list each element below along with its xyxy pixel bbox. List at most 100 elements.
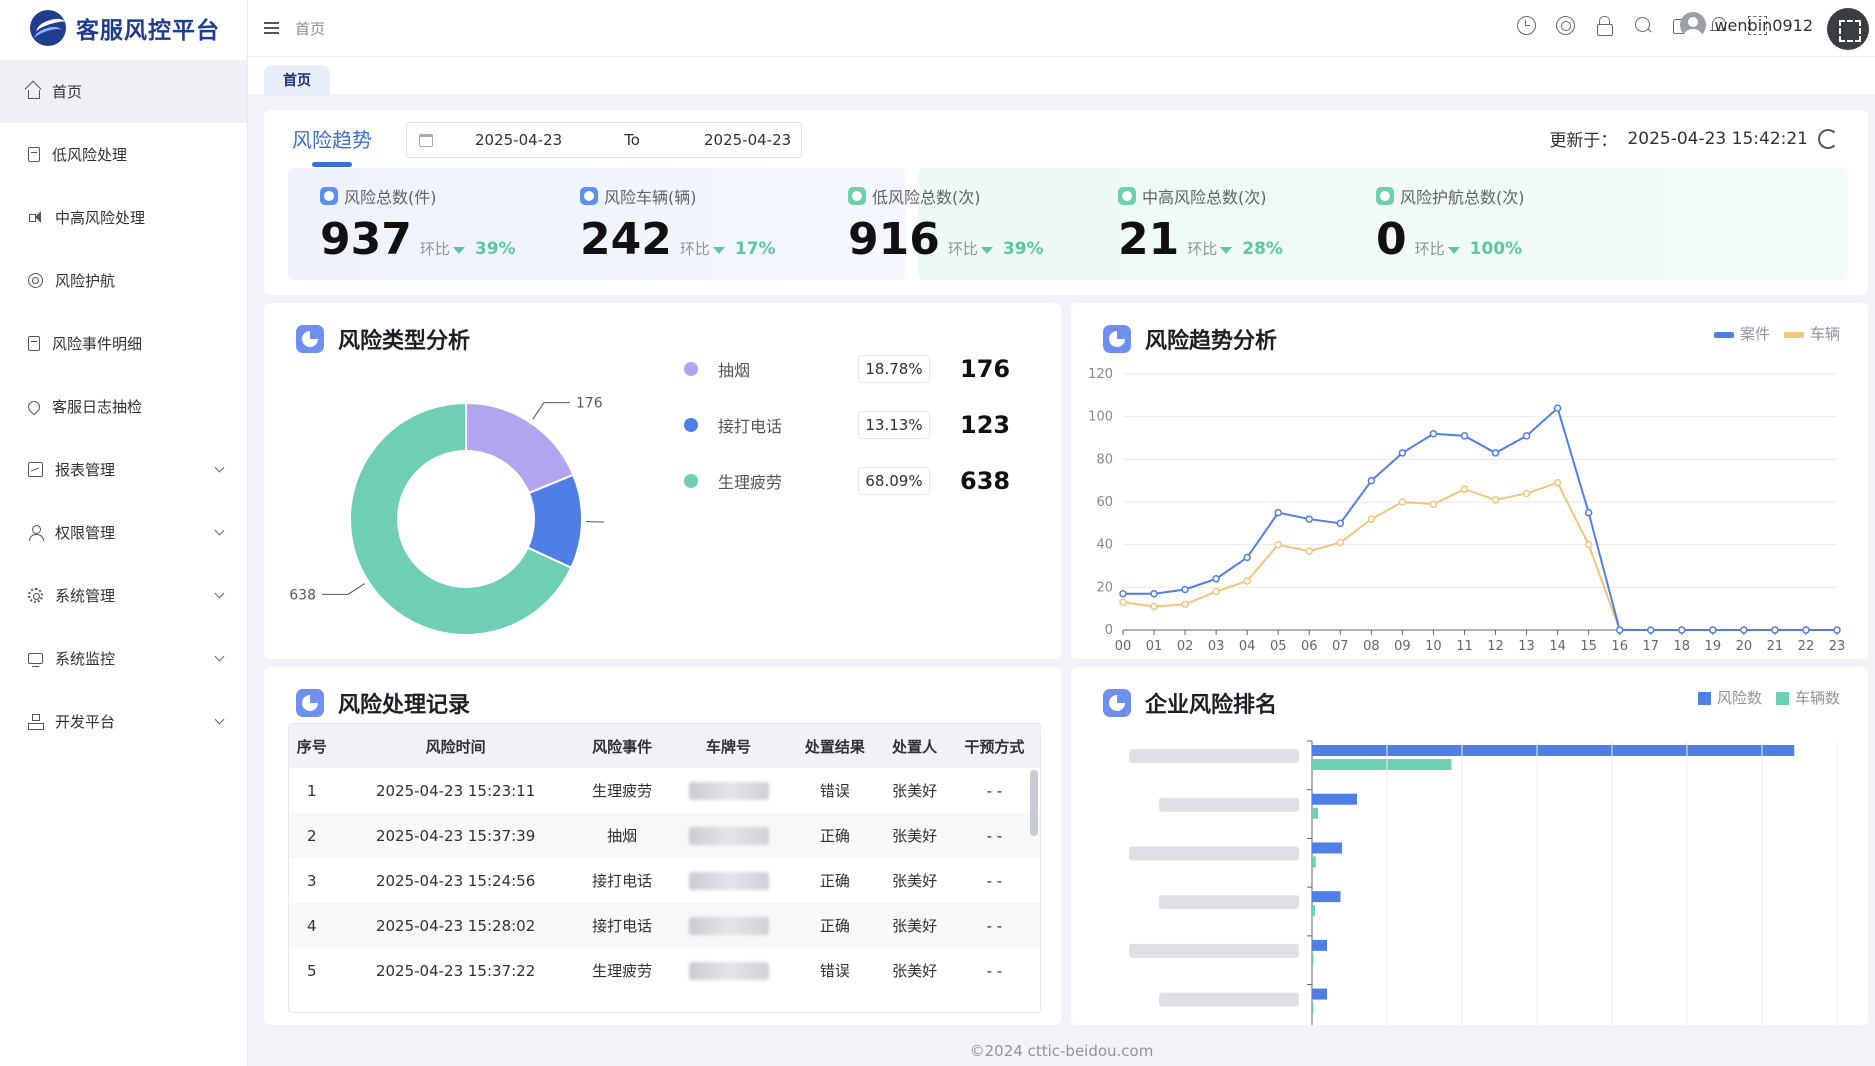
series-point[interactable]	[1615, 626, 1624, 634]
series-point[interactable]	[1646, 626, 1655, 634]
refresh-icon[interactable]	[1818, 128, 1838, 149]
chevron-down-icon[interactable]	[214, 588, 225, 599]
series-point[interactable]	[1181, 600, 1189, 609]
series-point[interactable]	[1740, 626, 1748, 634]
sidebar-item-4[interactable]: 风险事件明细	[0, 312, 247, 375]
screenshot-fullscreen-button[interactable]	[1827, 8, 1869, 50]
target-icon[interactable]	[1556, 16, 1575, 35]
series-point[interactable]	[1553, 479, 1562, 487]
series-point[interactable]	[1429, 500, 1438, 508]
series-point[interactable]	[1243, 577, 1251, 585]
series-point[interactable]	[1336, 538, 1345, 547]
column-header[interactable]: 干预方式	[948, 724, 1040, 768]
lock-icon[interactable]	[1595, 16, 1614, 36]
bar-risk[interactable]	[1312, 939, 1327, 951]
column-header[interactable]: 车牌号	[667, 724, 790, 768]
sidebar-item-7[interactable]: 权限管理	[0, 501, 247, 564]
table-row[interactable]: 4 2025-04-23 15:28:02 接打电话 正确 张美好 - -	[289, 903, 1040, 948]
username[interactable]: wenbin0912	[1714, 16, 1813, 35]
series-point[interactable]	[1584, 508, 1593, 517]
bar-vehicle[interactable]	[1312, 953, 1314, 965]
date-end[interactable]: 2025-04-23	[704, 131, 791, 149]
bar-vehicle[interactable]	[1312, 905, 1315, 917]
series-point[interactable]	[1833, 626, 1841, 634]
series-point[interactable]	[1336, 519, 1345, 528]
search-icon[interactable]	[1634, 16, 1653, 35]
series-point[interactable]	[1305, 515, 1314, 523]
sidebar-item-1[interactable]: 低风险处理	[0, 123, 247, 186]
series-point[interactable]	[1460, 432, 1469, 440]
table-row[interactable]: 1 2025-04-23 15:23:11 生理疲劳 错误 张美好 - -	[289, 768, 1040, 813]
donut-slice-0[interactable]	[465, 401, 575, 495]
sidebar-item-9[interactable]: 系统监控	[0, 627, 247, 690]
risk-type-row[interactable]: 生理疲劳 68.09% 638	[684, 461, 1024, 501]
series-point[interactable]	[1522, 489, 1531, 498]
series-point[interactable]	[1274, 540, 1282, 549]
tab-home[interactable]: 首页	[264, 65, 330, 95]
date-range-picker[interactable]: 2025-04-23 To 2025-04-23	[406, 122, 802, 158]
series-point[interactable]	[1243, 553, 1251, 562]
series-point[interactable]	[1491, 496, 1500, 504]
series-point[interactable]	[1150, 589, 1158, 598]
series-point[interactable]	[1584, 540, 1593, 549]
series-point[interactable]	[1181, 585, 1189, 594]
logo[interactable]: 客服风控平台	[0, 0, 247, 56]
table-row[interactable]: 3 2025-04-23 15:24:56 接打电话 正确 张美好 - -	[289, 858, 1040, 903]
bar-vehicle[interactable]	[1312, 807, 1318, 819]
sidebar-item-0[interactable]: 首页	[0, 60, 247, 123]
sidebar-item-10[interactable]: 开发平台	[0, 690, 247, 753]
avatar[interactable]	[1680, 12, 1707, 38]
bar-vehicle[interactable]	[1312, 856, 1316, 868]
table-row[interactable]: 5 2025-04-23 15:37:22 生理疲劳 错误 张美好 - -	[289, 948, 1040, 993]
series-point[interactable]	[1119, 589, 1127, 598]
series-point[interactable]	[1367, 515, 1376, 523]
column-header[interactable]: 处置人	[880, 724, 949, 768]
bar-vehicle[interactable]	[1312, 759, 1452, 770]
chevron-down-icon[interactable]	[214, 462, 225, 473]
clock-icon[interactable]	[1517, 16, 1536, 35]
sidebar-item-3[interactable]: 风险护航	[0, 249, 247, 312]
bar-risk[interactable]	[1312, 988, 1327, 1000]
sidebar-item-8[interactable]: 系统管理	[0, 564, 247, 627]
series-point[interactable]	[1678, 626, 1686, 634]
series-point[interactable]	[1119, 598, 1127, 607]
series-point[interactable]	[1771, 626, 1779, 634]
series-point[interactable]	[1429, 429, 1438, 438]
risk-type-row[interactable]: 接打电话 13.13% 123	[684, 405, 1024, 445]
date-start[interactable]: 2025-04-23	[475, 131, 562, 149]
chevron-down-icon[interactable]	[214, 525, 225, 536]
series-point[interactable]	[1212, 575, 1220, 583]
series-point[interactable]	[1305, 547, 1314, 555]
chevron-down-icon[interactable]	[214, 714, 225, 725]
series-point[interactable]	[1274, 508, 1282, 517]
series-point[interactable]	[1398, 498, 1407, 506]
column-header[interactable]: 风险事件	[576, 724, 668, 768]
bar-vehicle[interactable]	[1312, 1002, 1314, 1014]
menu-toggle-icon[interactable]	[264, 22, 279, 34]
series-point[interactable]	[1150, 602, 1158, 611]
risk-type-row[interactable]: 抽烟 18.78% 176	[684, 349, 1024, 389]
bar-risk[interactable]	[1312, 891, 1341, 903]
series-point[interactable]	[1553, 404, 1562, 412]
breadcrumb[interactable]: 首页	[295, 18, 325, 39]
series-point[interactable]	[1522, 432, 1531, 440]
sidebar-item-5[interactable]: 客服日志抽检	[0, 375, 247, 438]
bar-risk[interactable]	[1312, 745, 1795, 756]
bar-risk[interactable]	[1312, 842, 1342, 854]
column-header[interactable]: 序号	[289, 724, 335, 768]
series-point[interactable]	[1460, 485, 1469, 493]
series-point[interactable]	[1709, 626, 1717, 634]
sidebar-item-6[interactable]: 报表管理	[0, 438, 247, 501]
trend-title[interactable]: 风险趋势	[292, 124, 372, 167]
column-header[interactable]: 风险时间	[334, 724, 577, 768]
series-point[interactable]	[1398, 449, 1407, 457]
sidebar-item-2[interactable]: 中高风险处理	[0, 186, 247, 249]
table-scrollbar[interactable]	[1030, 770, 1038, 836]
chevron-down-icon[interactable]	[214, 651, 225, 662]
series-point[interactable]	[1491, 449, 1500, 457]
column-header[interactable]: 处置结果	[789, 724, 881, 768]
series-point[interactable]	[1367, 476, 1376, 485]
series-point[interactable]	[1212, 587, 1220, 596]
bar-risk[interactable]	[1312, 793, 1357, 805]
table-row[interactable]: 2 2025-04-23 15:37:39 抽烟 正确 张美好 - -	[289, 813, 1040, 858]
